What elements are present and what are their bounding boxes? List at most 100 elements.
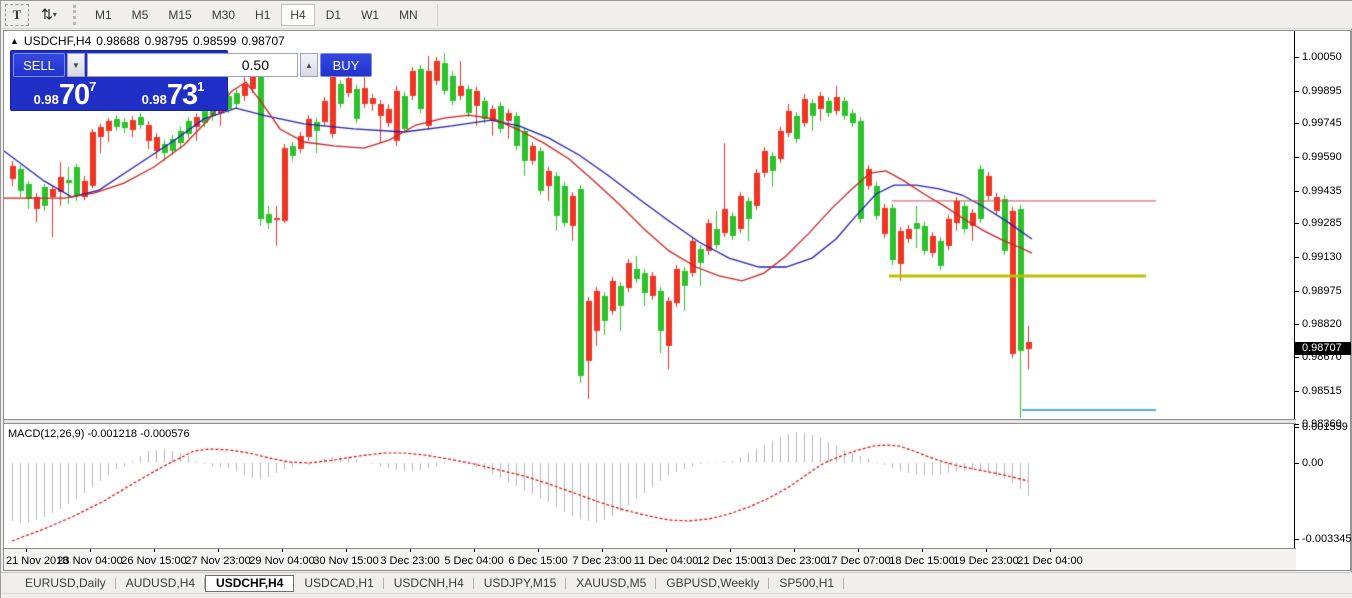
buy-price-pip: 1 [197, 79, 204, 94]
sell-price-display[interactable]: 0.98 70 7 [13, 79, 117, 110]
chart-tab-bar: EURUSD,DailyAUDUSD,H4USDCHF,H4USDCAD,H1U… [1, 572, 1352, 593]
chart-tab[interactable]: USDJPY,M15 [474, 575, 566, 592]
chart-tab[interactable]: EURUSD,Daily [15, 575, 116, 592]
time-tick [410, 549, 411, 552]
time-label: 12 Dec 15:00 [697, 555, 762, 567]
one-click-trade-panel: SELL ▼ ▲ BUY 0.98 70 7 0.98 73 1 [10, 50, 228, 111]
buy-button[interactable]: BUY [320, 53, 372, 77]
macd-scale-tick: -0.003345 [1295, 533, 1351, 545]
time-label: 6 Dec 15:00 [508, 555, 567, 567]
time-tick [538, 549, 539, 552]
price-scale[interactable]: 1.000500.998950.997450.995900.994350.992… [1294, 31, 1350, 570]
price-tick: 0.98515 [1295, 385, 1351, 397]
chart-tab[interactable]: XAUUSD,M5 [566, 575, 656, 592]
timeframe-button[interactable]: H4 [281, 4, 314, 26]
volume-increase-button[interactable]: ▲ [300, 53, 318, 77]
time-tick [474, 549, 475, 552]
sell-price-prefix: 0.98 [34, 92, 59, 107]
current-price-tag: 0.98707 [1295, 342, 1351, 355]
timeframe-button[interactable]: M1 [86, 4, 121, 26]
price-tick: 0.99590 [1295, 151, 1351, 163]
toolbar: T ⇅▾ M1M5M15M30H1H4D1W1MN [1, 1, 1352, 29]
time-scale[interactable]: 21 Nov 201823 Nov 04:0026 Nov 15:0027 No… [4, 548, 1296, 570]
time-label: 26 Nov 15:00 [121, 555, 186, 567]
volume-decrease-button[interactable]: ▼ [67, 53, 85, 77]
chart-tab[interactable]: USDCNH,H4 [384, 575, 474, 592]
timeframe-button[interactable]: M5 [123, 4, 158, 26]
cursor-mode-icon[interactable]: ⇅▾ [33, 4, 63, 26]
timeframe-button[interactable]: M15 [159, 4, 200, 26]
timeframe-button[interactable]: M30 [203, 4, 244, 26]
chart-window: ▲ USDCHF,H4 0.98688 0.98795 0.98599 0.98… [3, 30, 1351, 571]
chart-tab[interactable]: GBPUSD,Weekly [656, 575, 769, 592]
panel-toggle-icon[interactable]: ▲ [10, 36, 19, 46]
dropdown-caret-icon: ▾ [53, 10, 55, 19]
time-label: 21 Dec 04:00 [1017, 555, 1082, 567]
time-label: 17 Dec 07:00 [825, 555, 890, 567]
time-tick [794, 549, 795, 552]
sell-button[interactable]: SELL [13, 53, 65, 77]
time-tick [602, 549, 603, 552]
chart-tab[interactable]: SP500,H1 [769, 575, 844, 592]
time-label: 13 Dec 23:00 [761, 555, 826, 567]
timeframe-button[interactable]: MN [390, 4, 427, 26]
chart-tab[interactable]: USDCHF,H4 [205, 575, 294, 592]
time-tick [282, 549, 283, 552]
price-tick: 0.98975 [1295, 285, 1351, 297]
cross-arrows-glyph: ⇅ [41, 6, 51, 23]
macd-window-divider[interactable] [4, 419, 1296, 424]
time-tick [922, 549, 923, 552]
price-tick: 0.98820 [1295, 318, 1351, 330]
text-tool-icon[interactable]: T [5, 4, 29, 26]
time-tick [26, 549, 27, 552]
time-tick [730, 549, 731, 552]
terminal-window: T ⇅▾ M1M5M15M30H1H4D1W1MN ▲ USDCHF,H4 0.… [0, 0, 1352, 598]
timeframe-button[interactable]: H1 [246, 4, 279, 26]
chart-plot-area[interactable] [4, 31, 1296, 570]
time-tick [666, 549, 667, 552]
time-label: 27 Nov 23:00 [185, 555, 250, 567]
macd-scale-tick: 0.00 [1295, 457, 1351, 469]
price-tick: 0.99285 [1295, 217, 1351, 229]
macd-scale-tick: 0.001559 [1295, 421, 1351, 433]
price-tick: 1.00050 [1295, 51, 1351, 63]
toolbar-grip[interactable] [73, 5, 80, 25]
time-label: 11 Dec 04:00 [634, 555, 699, 567]
time-label: 29 Nov 04:00 [249, 555, 314, 567]
time-tick [858, 549, 859, 552]
ohlc-close: 0.98707 [241, 34, 284, 48]
timeframe-button[interactable]: W1 [352, 4, 388, 26]
price-tick: 0.99435 [1295, 185, 1351, 197]
time-label: 7 Dec 23:00 [572, 555, 631, 567]
ohlc-low: 0.98599 [193, 34, 236, 48]
time-tick [90, 549, 91, 552]
time-label: 23 Nov 04:00 [57, 555, 122, 567]
time-tick [218, 549, 219, 552]
timeframe-button[interactable]: D1 [317, 4, 350, 26]
sell-price-pip: 7 [89, 79, 96, 94]
ohlc-open: 0.98688 [96, 34, 139, 48]
buy-price-prefix: 0.98 [142, 92, 167, 107]
time-tick [154, 549, 155, 552]
status-bar [1, 593, 1352, 598]
price-chart-canvas[interactable] [4, 31, 1296, 570]
price-tick: 0.99130 [1295, 251, 1351, 263]
toolbar-separator [437, 4, 438, 26]
ohlc-high: 0.98795 [145, 34, 188, 48]
time-label: 3 Dec 23:00 [380, 555, 439, 567]
time-label: 18 Dec 15:00 [889, 555, 954, 567]
time-tick [986, 549, 987, 552]
chart-title: ▲ USDCHF,H4 0.98688 0.98795 0.98599 0.98… [10, 34, 285, 48]
chart-symbol-period: USDCHF,H4 [24, 34, 91, 48]
buy-price-big: 73 [167, 82, 197, 109]
time-label: 30 Nov 15:00 [313, 555, 378, 567]
time-tick [1050, 549, 1051, 552]
chart-tab[interactable]: USDCAD,H1 [294, 575, 383, 592]
sell-price-big: 70 [59, 82, 89, 109]
macd-indicator-label: MACD(12,26,9) -0.001218 -0.000576 [8, 428, 190, 440]
chart-tab[interactable]: AUDUSD,H4 [116, 575, 205, 592]
time-label: 19 Dec 23:00 [953, 555, 1018, 567]
buy-price-display[interactable]: 0.98 73 1 [121, 79, 225, 110]
volume-input[interactable] [87, 53, 298, 77]
timeframe-buttons: M1M5M15M30H1H4D1W1MN [86, 4, 429, 26]
